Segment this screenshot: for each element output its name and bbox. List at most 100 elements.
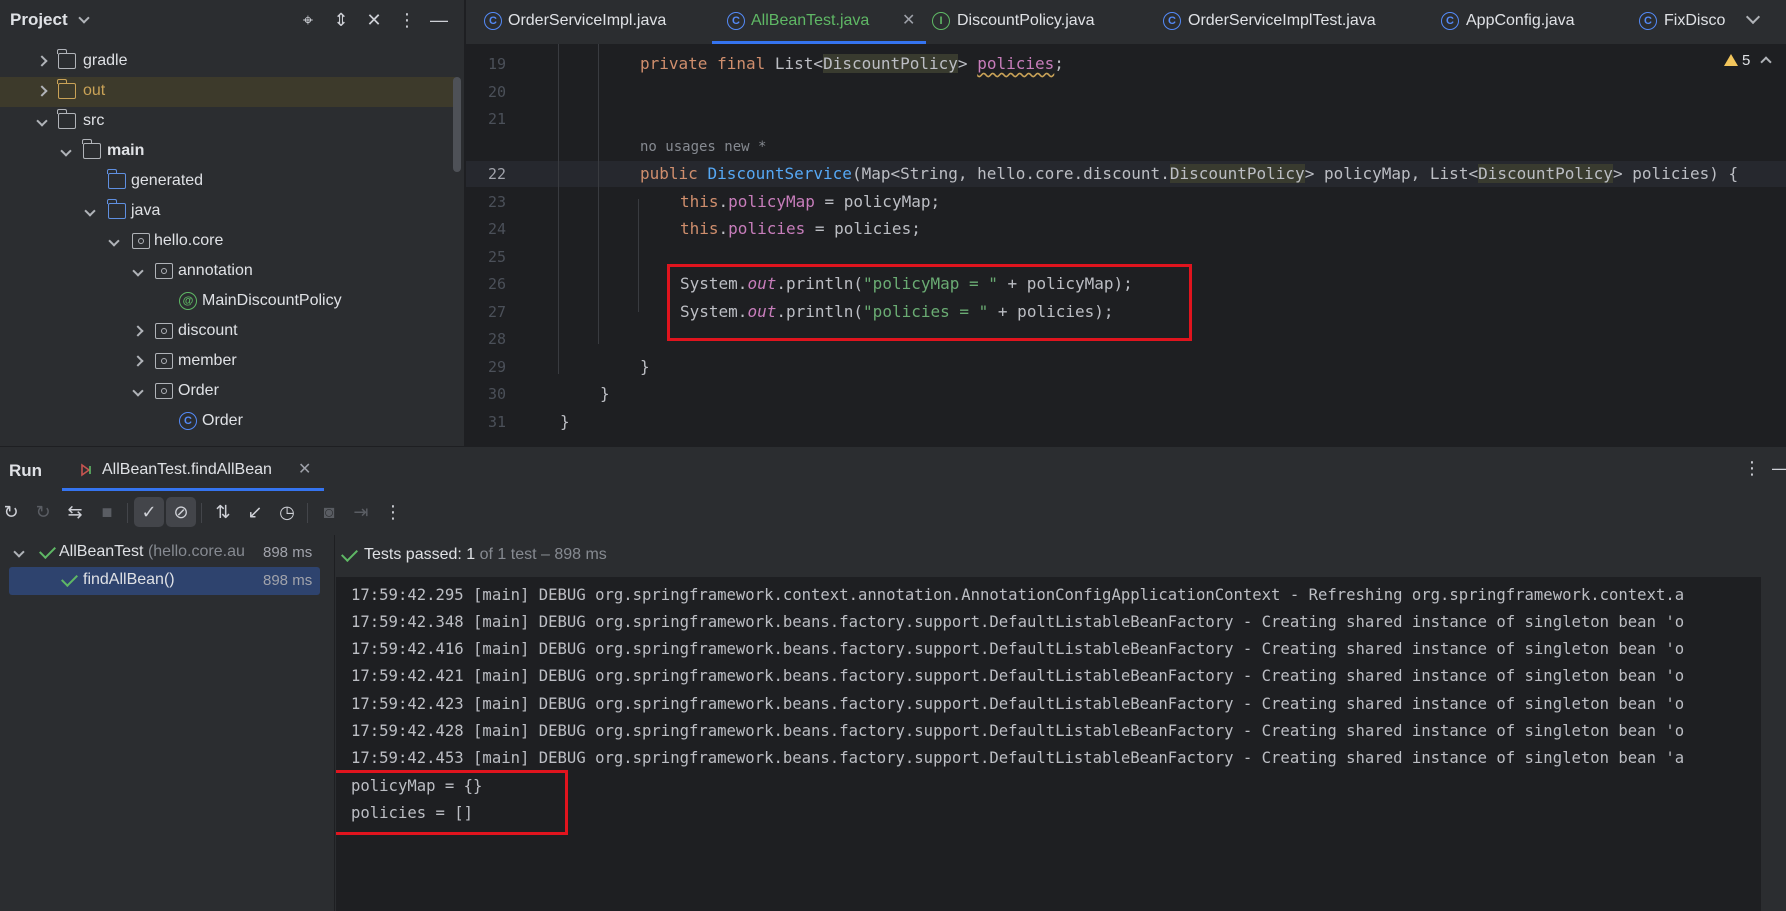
hide-panel-icon[interactable]: — (427, 8, 451, 32)
test-name: AllBeanTest (59, 543, 144, 560)
chevron-down-icon[interactable] (60, 145, 72, 157)
run-tab-all-bean-test[interactable]: AllBeanTest.findAllBean ✕ (62, 447, 324, 491)
tree-item-member[interactable]: member (0, 347, 455, 377)
folder-icon (57, 49, 76, 69)
chevron-right-icon[interactable] (36, 85, 48, 97)
collapse-all-icon[interactable]: ✕ (362, 8, 386, 32)
code-line-30: } (600, 384, 610, 403)
keyword: this (680, 192, 719, 211)
test-suite-row[interactable]: AllBeanTest (hello.core.au 898 ms (0, 539, 320, 567)
test-duration: 898 ms (263, 544, 313, 561)
chevron-down-icon[interactable] (132, 265, 144, 277)
chevron-down-icon[interactable] (78, 12, 90, 24)
chevron-right-icon[interactable] (132, 325, 144, 337)
tree-item-order-package[interactable]: Order (0, 377, 455, 407)
tab-app-config[interactable]: C AppConfig.java (1441, 0, 1611, 44)
warning-badge[interactable]: 5 (1724, 52, 1750, 69)
chevron-down-icon[interactable] (132, 385, 144, 397)
passed-icon (39, 542, 56, 559)
passed-icon (341, 545, 358, 562)
toolbar-separator (127, 503, 128, 523)
line-number: 29 (487, 358, 506, 376)
close-icon[interactable]: ✕ (902, 10, 915, 30)
tab-discount-policy[interactable]: I DiscountPolicy.java (932, 0, 1152, 44)
export-icon[interactable]: ⇥ (346, 497, 376, 527)
more-options-icon[interactable]: ⋮ (1737, 453, 1767, 483)
chevron-down-icon[interactable] (108, 235, 120, 247)
more-options-icon[interactable]: ⋮ (395, 8, 419, 32)
code-token: > policies) { (1612, 164, 1739, 183)
tree-item-order-class[interactable]: C Order (0, 407, 455, 437)
toolbar-separator (307, 503, 308, 523)
tree-item-main-discount-policy[interactable]: @ MainDiscountPolicy (0, 287, 455, 317)
rerun-icon[interactable]: ↻ (0, 497, 26, 527)
test-suite-name: AllBeanTest (hello.core.au (59, 543, 245, 561)
class-icon: C (1441, 12, 1459, 30)
console-output[interactable]: Tests passed: 1 of 1 test – 898 ms 17:59… (336, 535, 1786, 911)
console-scrollbar[interactable] (1761, 577, 1786, 911)
keyword: public (640, 164, 698, 183)
package-icon (155, 263, 173, 279)
code-editor[interactable]: 19 20 21 22 23 24 25 26 27 28 29 30 31 p… (466, 44, 1786, 446)
test-status-bar: Tests passed: 1 of 1 test – 898 ms (336, 535, 1786, 577)
tab-all-bean-test[interactable]: C AllBeanTest.java ✕ (712, 0, 926, 44)
field-reference: policies (728, 219, 806, 238)
minimize-icon[interactable]: — (1766, 453, 1786, 483)
show-passed-icon[interactable]: ✓ (134, 497, 164, 527)
stop-icon[interactable]: ■ (92, 497, 122, 527)
expand-all-icon[interactable]: ⇕ (329, 8, 353, 32)
log-line: 17:59:42.416 [main] DEBUG org.springfram… (351, 640, 1685, 658)
line-number: 24 (487, 220, 506, 238)
field-reference: policyMap (728, 192, 815, 211)
test-case-row[interactable]: findAllBean() 898 ms (9, 567, 320, 595)
close-icon[interactable]: ✕ (298, 459, 311, 479)
warning-count: 5 (1742, 52, 1751, 69)
project-header: Project ⌖ ⇕ ✕ ⋮ — (0, 0, 464, 42)
import-tests-icon[interactable]: ↙ (240, 497, 270, 527)
tree-item-main[interactable]: main (0, 137, 455, 167)
warning-icon (1724, 54, 1738, 66)
line-number: 30 (487, 385, 506, 403)
status-summary: of 1 test – 898 ms (475, 546, 607, 563)
inlay-hint[interactable]: no usages new * (640, 139, 766, 155)
project-title[interactable]: Project (10, 10, 68, 30)
tree-item-gradle[interactable]: gradle (0, 47, 455, 77)
tree-item-generated[interactable]: generated (0, 167, 455, 197)
chevron-down-icon[interactable] (13, 546, 25, 558)
history-icon[interactable]: ◷ (272, 497, 302, 527)
line-number: 22 (487, 165, 506, 183)
show-ignored-icon[interactable]: ⊘ (166, 497, 196, 527)
tree-item-java[interactable]: java (0, 197, 455, 227)
tab-order-service-impl[interactable]: C OrderServiceImpl.java (466, 0, 708, 44)
tree-item-label: Order (202, 412, 243, 429)
project-scrollbar[interactable] (453, 77, 461, 172)
rerun-failed-icon[interactable]: ↻ (28, 497, 58, 527)
chevron-down-icon[interactable] (36, 115, 48, 127)
tab-order-service-impl-test[interactable]: C OrderServiceImplTest.java (1163, 0, 1423, 44)
tree-item-label: Order (178, 382, 219, 399)
tree-item-hello-core[interactable]: hello.core (0, 227, 455, 257)
tree-item-src[interactable]: src (0, 107, 455, 137)
line-number: 23 (487, 193, 506, 211)
toggle-auto-test-icon[interactable]: ⇆ (60, 497, 90, 527)
tree-item-label: main (107, 142, 145, 159)
tab-fix-discount-policy[interactable]: C FixDisco (1639, 0, 1759, 44)
chevron-down-icon[interactable] (84, 205, 96, 217)
tab-label: FixDisco (1664, 12, 1726, 29)
source-folder-icon (107, 199, 126, 219)
passed-icon (61, 570, 78, 587)
line-number: 31 (487, 413, 506, 431)
run-panel-title: Run (9, 461, 43, 480)
tree-item-annotation[interactable]: annotation (0, 257, 455, 287)
tree-item-discount[interactable]: discount (0, 317, 455, 347)
code-token: > (957, 54, 968, 73)
chevron-right-icon[interactable] (36, 55, 48, 67)
log-line: 17:59:42.295 [main] DEBUG org.springfram… (351, 586, 1685, 604)
locate-icon[interactable]: ⌖ (296, 8, 320, 32)
tree-item-out[interactable]: out (0, 77, 455, 107)
chevron-right-icon[interactable] (132, 355, 144, 367)
sort-icon[interactable]: ⇅ (208, 497, 238, 527)
screenshot-icon[interactable]: ◙ (314, 497, 344, 527)
code-line-19: private final List<DiscountPolicy> polic… (640, 54, 1064, 73)
more-options-icon[interactable]: ⋮ (378, 497, 408, 527)
